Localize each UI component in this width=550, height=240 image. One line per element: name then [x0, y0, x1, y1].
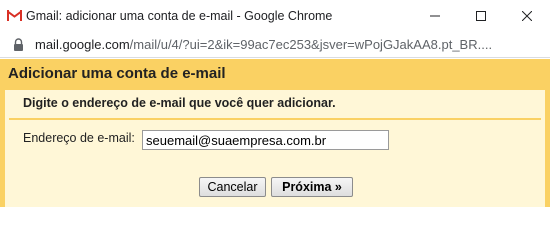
window-title: Gmail: adicionar uma conta de e-mail - G… [26, 9, 333, 23]
url-path: /mail/u/4/?ui=2&ik=99ac7ec253&jsver=wPoj… [129, 37, 493, 52]
dialog-panel: Digite o endereço de e-mail que você que… [5, 90, 545, 207]
email-label: Endereço de e-mail: [23, 131, 135, 145]
gmail-icon [7, 10, 22, 21]
close-button[interactable] [504, 0, 550, 32]
maximize-button[interactable] [458, 0, 504, 32]
page-title: Adicionar uma conta de e-mail [8, 65, 226, 82]
url-text[interactable]: mail.google.com/mail/u/4/?ui=2&ik=99ac7e… [35, 37, 545, 52]
next-button[interactable]: Próxima » [271, 177, 353, 197]
minimize-button[interactable] [412, 0, 458, 32]
cancel-button[interactable]: Cancelar [199, 177, 266, 197]
minimize-icon [430, 15, 440, 17]
dialog-subtitle: Digite o endereço de e-mail que você que… [23, 96, 336, 110]
divider [9, 118, 541, 120]
email-field[interactable] [142, 130, 389, 150]
address-bar[interactable]: mail.google.com/mail/u/4/?ui=2&ik=99ac7e… [0, 32, 550, 58]
close-icon [522, 11, 532, 21]
url-domain: mail.google.com [35, 37, 130, 52]
maximize-icon [476, 11, 486, 21]
browser-titlebar: Gmail: adicionar uma conta de e-mail - G… [0, 0, 550, 32]
dialog-page: Adicionar uma conta de e-mail Digite o e… [0, 59, 550, 207]
lock-icon [14, 38, 23, 51]
